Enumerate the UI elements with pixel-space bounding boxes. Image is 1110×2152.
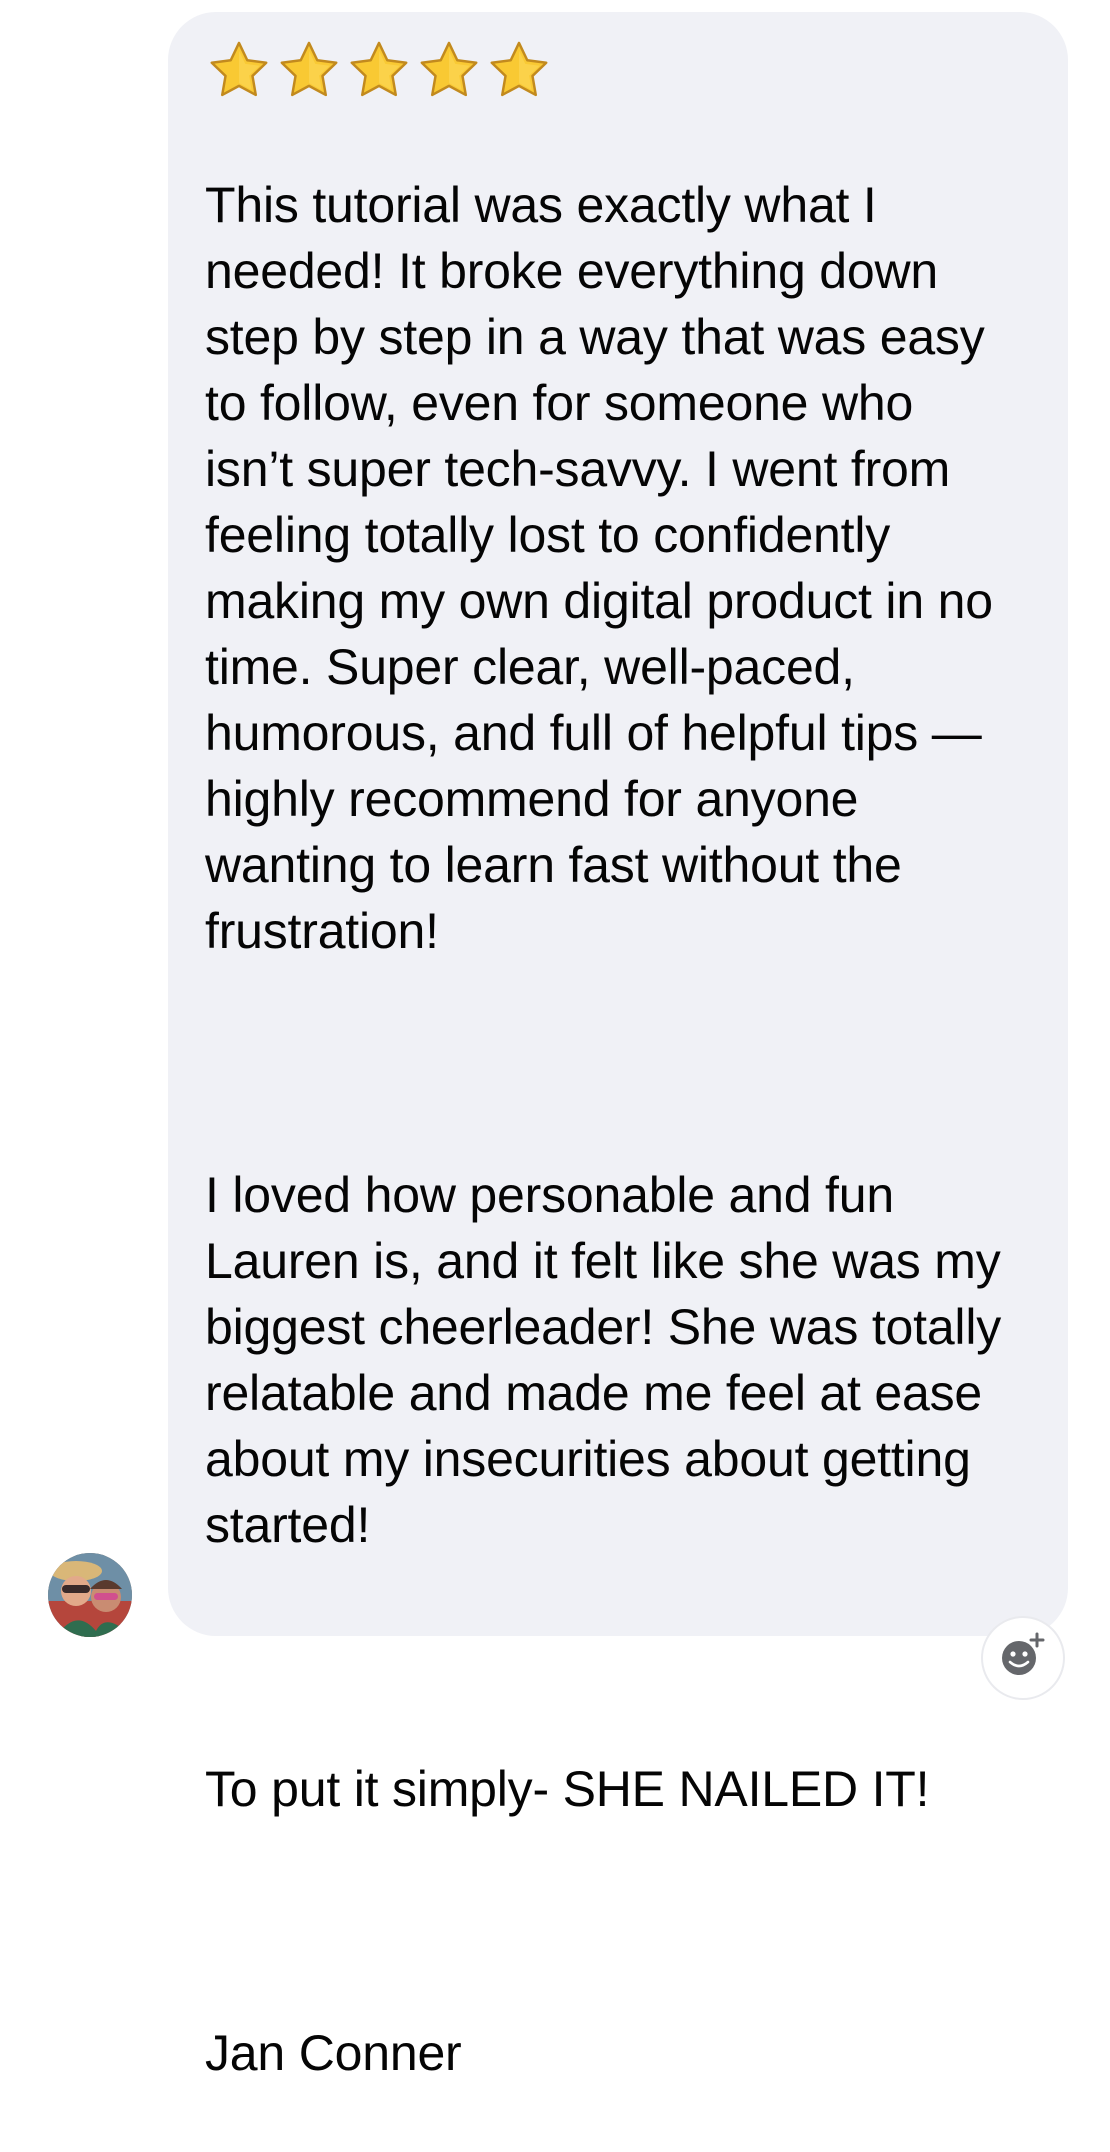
- message-bubble[interactable]: This tutorial was exactly what I needed!…: [168, 12, 1068, 2081]
- message-text: This tutorial was exactly what I needed!…: [205, 106, 1038, 2152]
- star-icon: [280, 41, 338, 97]
- message-paragraph: [205, 1888, 1038, 1954]
- message-paragraph: [205, 1624, 1038, 1690]
- message-paragraph: To put it simply- SHE NAILED IT!: [205, 1761, 930, 1817]
- signature: Jan Conner: [205, 2025, 462, 2081]
- star-icon: [350, 41, 408, 97]
- add-reaction-icon: [1002, 1632, 1045, 1675]
- star-rating: [205, 38, 1038, 104]
- star-icon: [490, 41, 548, 97]
- star-icon: [420, 41, 478, 97]
- avatar[interactable]: [48, 1553, 132, 1637]
- star-icon: [210, 41, 268, 97]
- message-paragraph: This tutorial was exactly what I needed!…: [205, 177, 993, 959]
- add-reaction-button[interactable]: [983, 1618, 1063, 1698]
- message-paragraph: [205, 1030, 1038, 1096]
- message-paragraph: I loved how personable and fun Lauren is…: [205, 1167, 1002, 1553]
- profile-photo-icon: [48, 1553, 132, 1637]
